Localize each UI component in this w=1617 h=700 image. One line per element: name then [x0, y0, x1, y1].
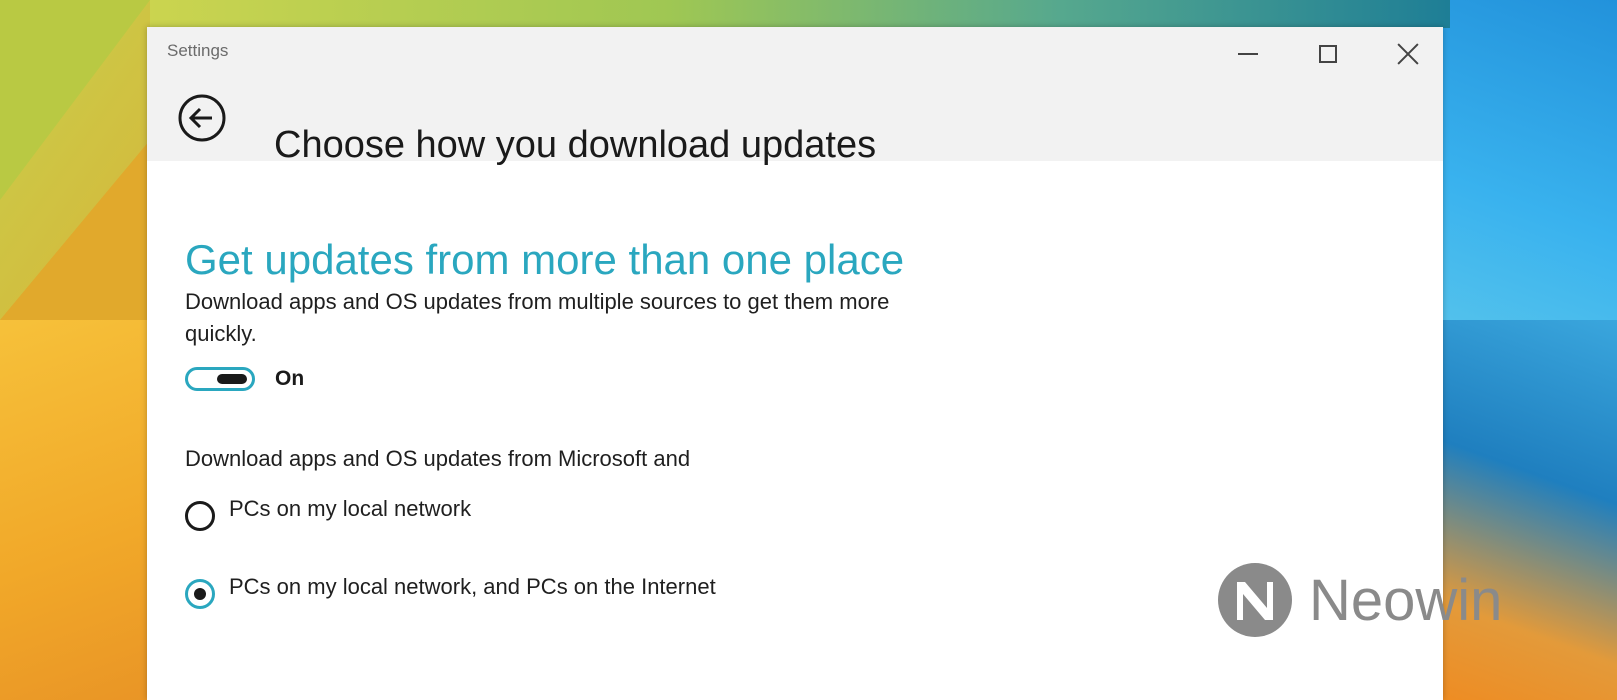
radio-button-selected[interactable] — [185, 579, 215, 609]
page-header: Choose how you download updates — [147, 81, 1443, 166]
wallpaper-facet — [0, 140, 150, 320]
wallpaper-facet — [0, 320, 150, 700]
wallpaper-facet — [150, 0, 1450, 28]
toggle-state-label: On — [275, 367, 305, 390]
source-label: Download apps and OS updates from Micros… — [185, 446, 691, 471]
watermark-text: Neowin — [1309, 567, 1503, 633]
back-button[interactable] — [177, 93, 227, 143]
delivery-toggle-switch[interactable] — [185, 367, 255, 391]
title-bar[interactable]: Settings — [147, 27, 1443, 81]
maximize-button[interactable] — [1293, 27, 1363, 81]
app-title: Settings — [167, 41, 229, 60]
close-button[interactable] — [1373, 27, 1443, 81]
section-heading: Get updates from more than one place — [185, 235, 905, 283]
delivery-toggle-row: On — [185, 367, 304, 391]
minimize-button[interactable] — [1213, 27, 1283, 81]
radio-button[interactable] — [185, 501, 215, 531]
neowin-watermark: Neowin — [1215, 560, 1502, 640]
radio-label: PCs on my local network, and PCs on the … — [229, 574, 716, 599]
radio-option-local-and-internet[interactable]: PCs on my local network, and PCs on the … — [185, 574, 716, 609]
neowin-logo-icon — [1218, 563, 1292, 637]
page-title: Choose how you download updates — [274, 124, 877, 167]
radio-option-local-network[interactable]: PCs on my local network — [185, 496, 471, 531]
toggle-knob — [217, 374, 247, 384]
back-arrow-icon — [178, 94, 226, 142]
radio-label: PCs on my local network — [229, 496, 472, 521]
minimize-icon — [1238, 53, 1258, 55]
close-icon — [1396, 42, 1420, 66]
description-text: Download apps and OS updates from multip… — [185, 289, 890, 346]
maximize-icon — [1319, 45, 1337, 63]
